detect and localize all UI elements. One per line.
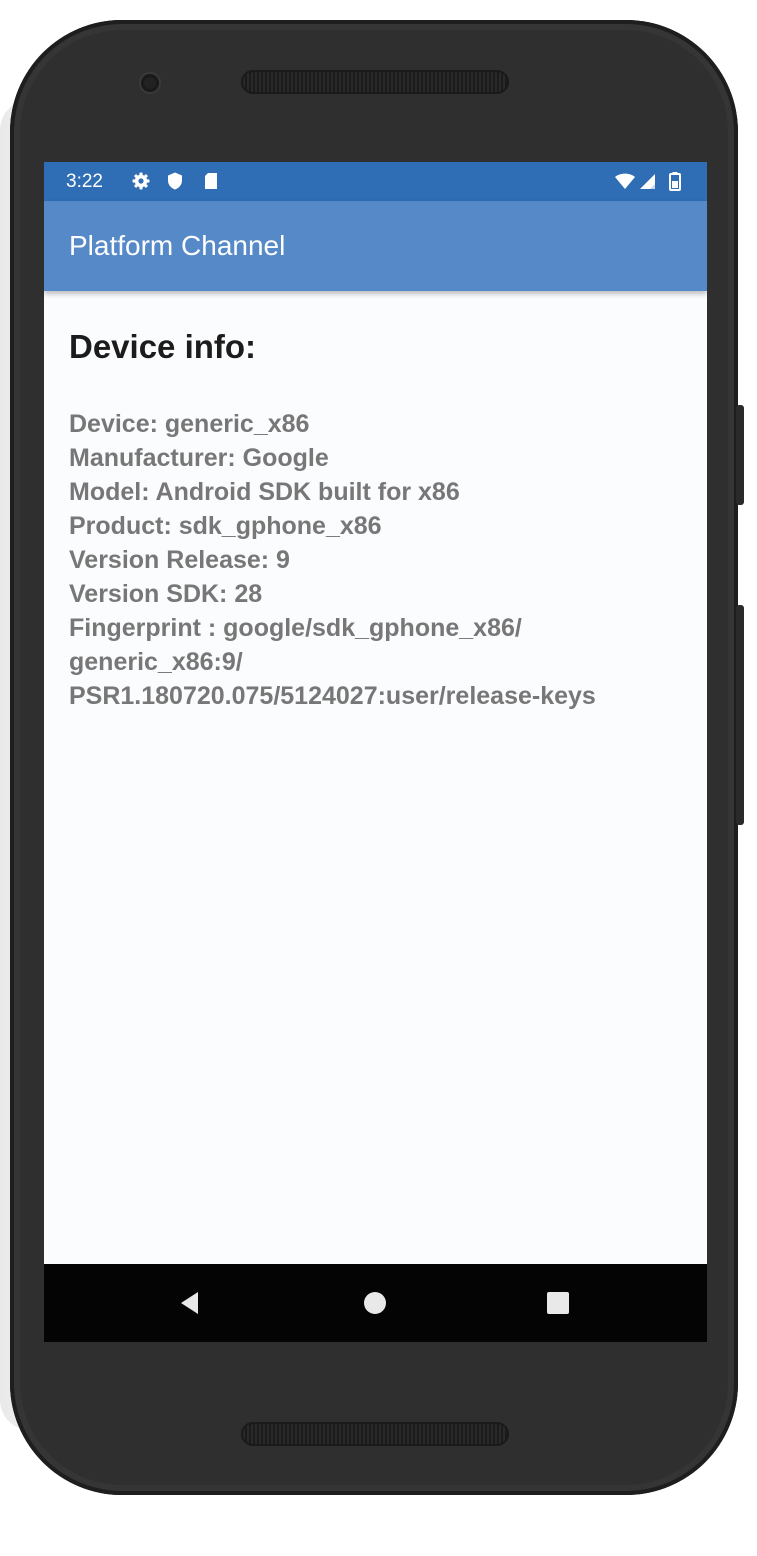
screen: 3:22 Platform Channel Device info: Devic… xyxy=(44,162,707,1342)
info-line-model: Model: Android SDK built for x86 xyxy=(69,478,460,506)
home-icon xyxy=(364,1292,386,1314)
gear-icon xyxy=(131,171,151,191)
back-button[interactable] xyxy=(175,1288,205,1318)
status-time: 3:22 xyxy=(66,171,103,192)
battery-icon xyxy=(668,171,688,191)
info-line-version-release: Version Release: 9 xyxy=(69,546,290,574)
front-camera-icon xyxy=(141,74,159,92)
top-speaker-grille xyxy=(241,70,509,94)
sd-card-icon xyxy=(201,171,221,191)
phone-mockup: 3:22 Platform Channel Device info: Devic… xyxy=(0,0,757,1556)
app-bar: Platform Channel xyxy=(44,201,707,291)
info-line-manufacturer: Manufacturer: Google xyxy=(69,444,329,472)
shield-icon xyxy=(165,171,185,191)
volume-button xyxy=(736,605,744,825)
info-line-fingerprint: Fingerprint : google/sdk_gphone_x86/ xyxy=(69,614,522,642)
device-info-heading: Device info: xyxy=(69,328,257,365)
back-icon xyxy=(181,1292,198,1314)
info-line-device: Device: generic_x86 xyxy=(69,410,310,438)
info-line-fingerprint-cont-2: PSR1.180720.075/5124027:user/release-key… xyxy=(69,682,596,710)
status-bar: 3:22 xyxy=(44,162,707,201)
navigation-bar xyxy=(44,1264,707,1342)
signal-icon xyxy=(638,171,658,191)
home-button[interactable] xyxy=(360,1288,390,1318)
info-line-product: Product: sdk_gphone_x86 xyxy=(69,512,382,540)
wifi-icon xyxy=(614,171,635,191)
power-button xyxy=(736,405,744,505)
device-info-content: Device info: Device: generic_x86 Manufac… xyxy=(69,327,694,713)
bottom-speaker-grille xyxy=(241,1422,509,1446)
info-line-fingerprint-cont-1: generic_x86:9/ xyxy=(69,648,243,676)
app-title: Platform Channel xyxy=(69,230,286,261)
recents-icon xyxy=(547,1292,569,1314)
info-line-version-sdk: Version SDK: 28 xyxy=(69,580,263,608)
recents-button[interactable] xyxy=(543,1288,573,1318)
